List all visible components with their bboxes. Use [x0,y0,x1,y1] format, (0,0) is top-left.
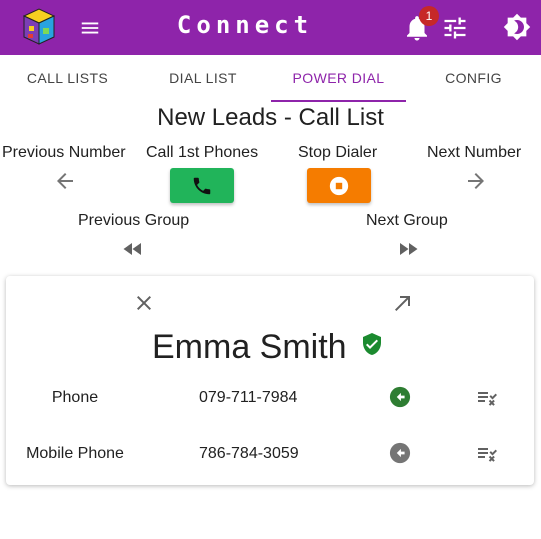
call-first-phones-label: Call 1st Phones [146,144,259,161]
checklist-icon[interactable] [475,385,499,409]
arrow-right-icon[interactable] [464,169,488,193]
tab-power-dial[interactable]: POWER DIAL [271,55,406,103]
verified-shield-icon [363,333,381,355]
tab-config[interactable]: CONFIG [406,55,541,103]
logo-icon [22,8,56,45]
mobile-phone-row-number[interactable]: 786-784-3059 [199,445,299,463]
next-number-label: Next Number [427,144,522,161]
phone-row-number[interactable]: 079-711-7984 [199,389,297,407]
next-group-label: Next Group [366,212,448,229]
menu-button[interactable] [76,14,104,42]
tab-dial-list[interactable]: DIAL LIST [135,55,271,103]
mobile-phone-row-label: Mobile Phone [26,445,124,462]
app-title: Connect [176,11,314,39]
call-list-title: New Leads - Call List [157,104,384,131]
dial-status-icon[interactable] [389,442,411,464]
contact-card: Emma Smith Phone 079-711-7984 Mobile Pho… [6,276,534,485]
dial-status-icon[interactable] [389,386,411,408]
rewind-icon[interactable] [121,237,145,261]
arrow-left-icon[interactable] [53,169,77,193]
stop-dialer-button[interactable] [307,168,371,203]
brightness-icon[interactable] [503,13,531,41]
notification-badge: 1 [419,6,439,26]
previous-group-label: Previous Group [78,212,190,229]
contact-name: Emma Smith [152,328,347,366]
checklist-icon[interactable] [475,441,499,465]
previous-number-label: Previous Number [2,144,126,161]
app-bar: Connect 1 [0,0,541,55]
menu-icon [81,22,99,34]
fast-forward-icon[interactable] [396,237,420,261]
phone-row-label: Phone [51,389,99,406]
tune-icon[interactable] [441,14,469,42]
call-first-phones-button[interactable] [170,168,234,203]
stop-icon [329,176,349,195]
tab-call-lists[interactable]: CALL LISTS [0,55,135,103]
tab-indicator [271,100,406,102]
phone-icon [193,177,211,194]
tab-bar: CALL LISTS DIAL LIST POWER DIAL CONFIG [0,55,541,103]
close-icon[interactable] [132,291,156,315]
open-in-new-icon[interactable] [391,291,415,315]
stop-dialer-label: Stop Dialer [298,144,378,161]
